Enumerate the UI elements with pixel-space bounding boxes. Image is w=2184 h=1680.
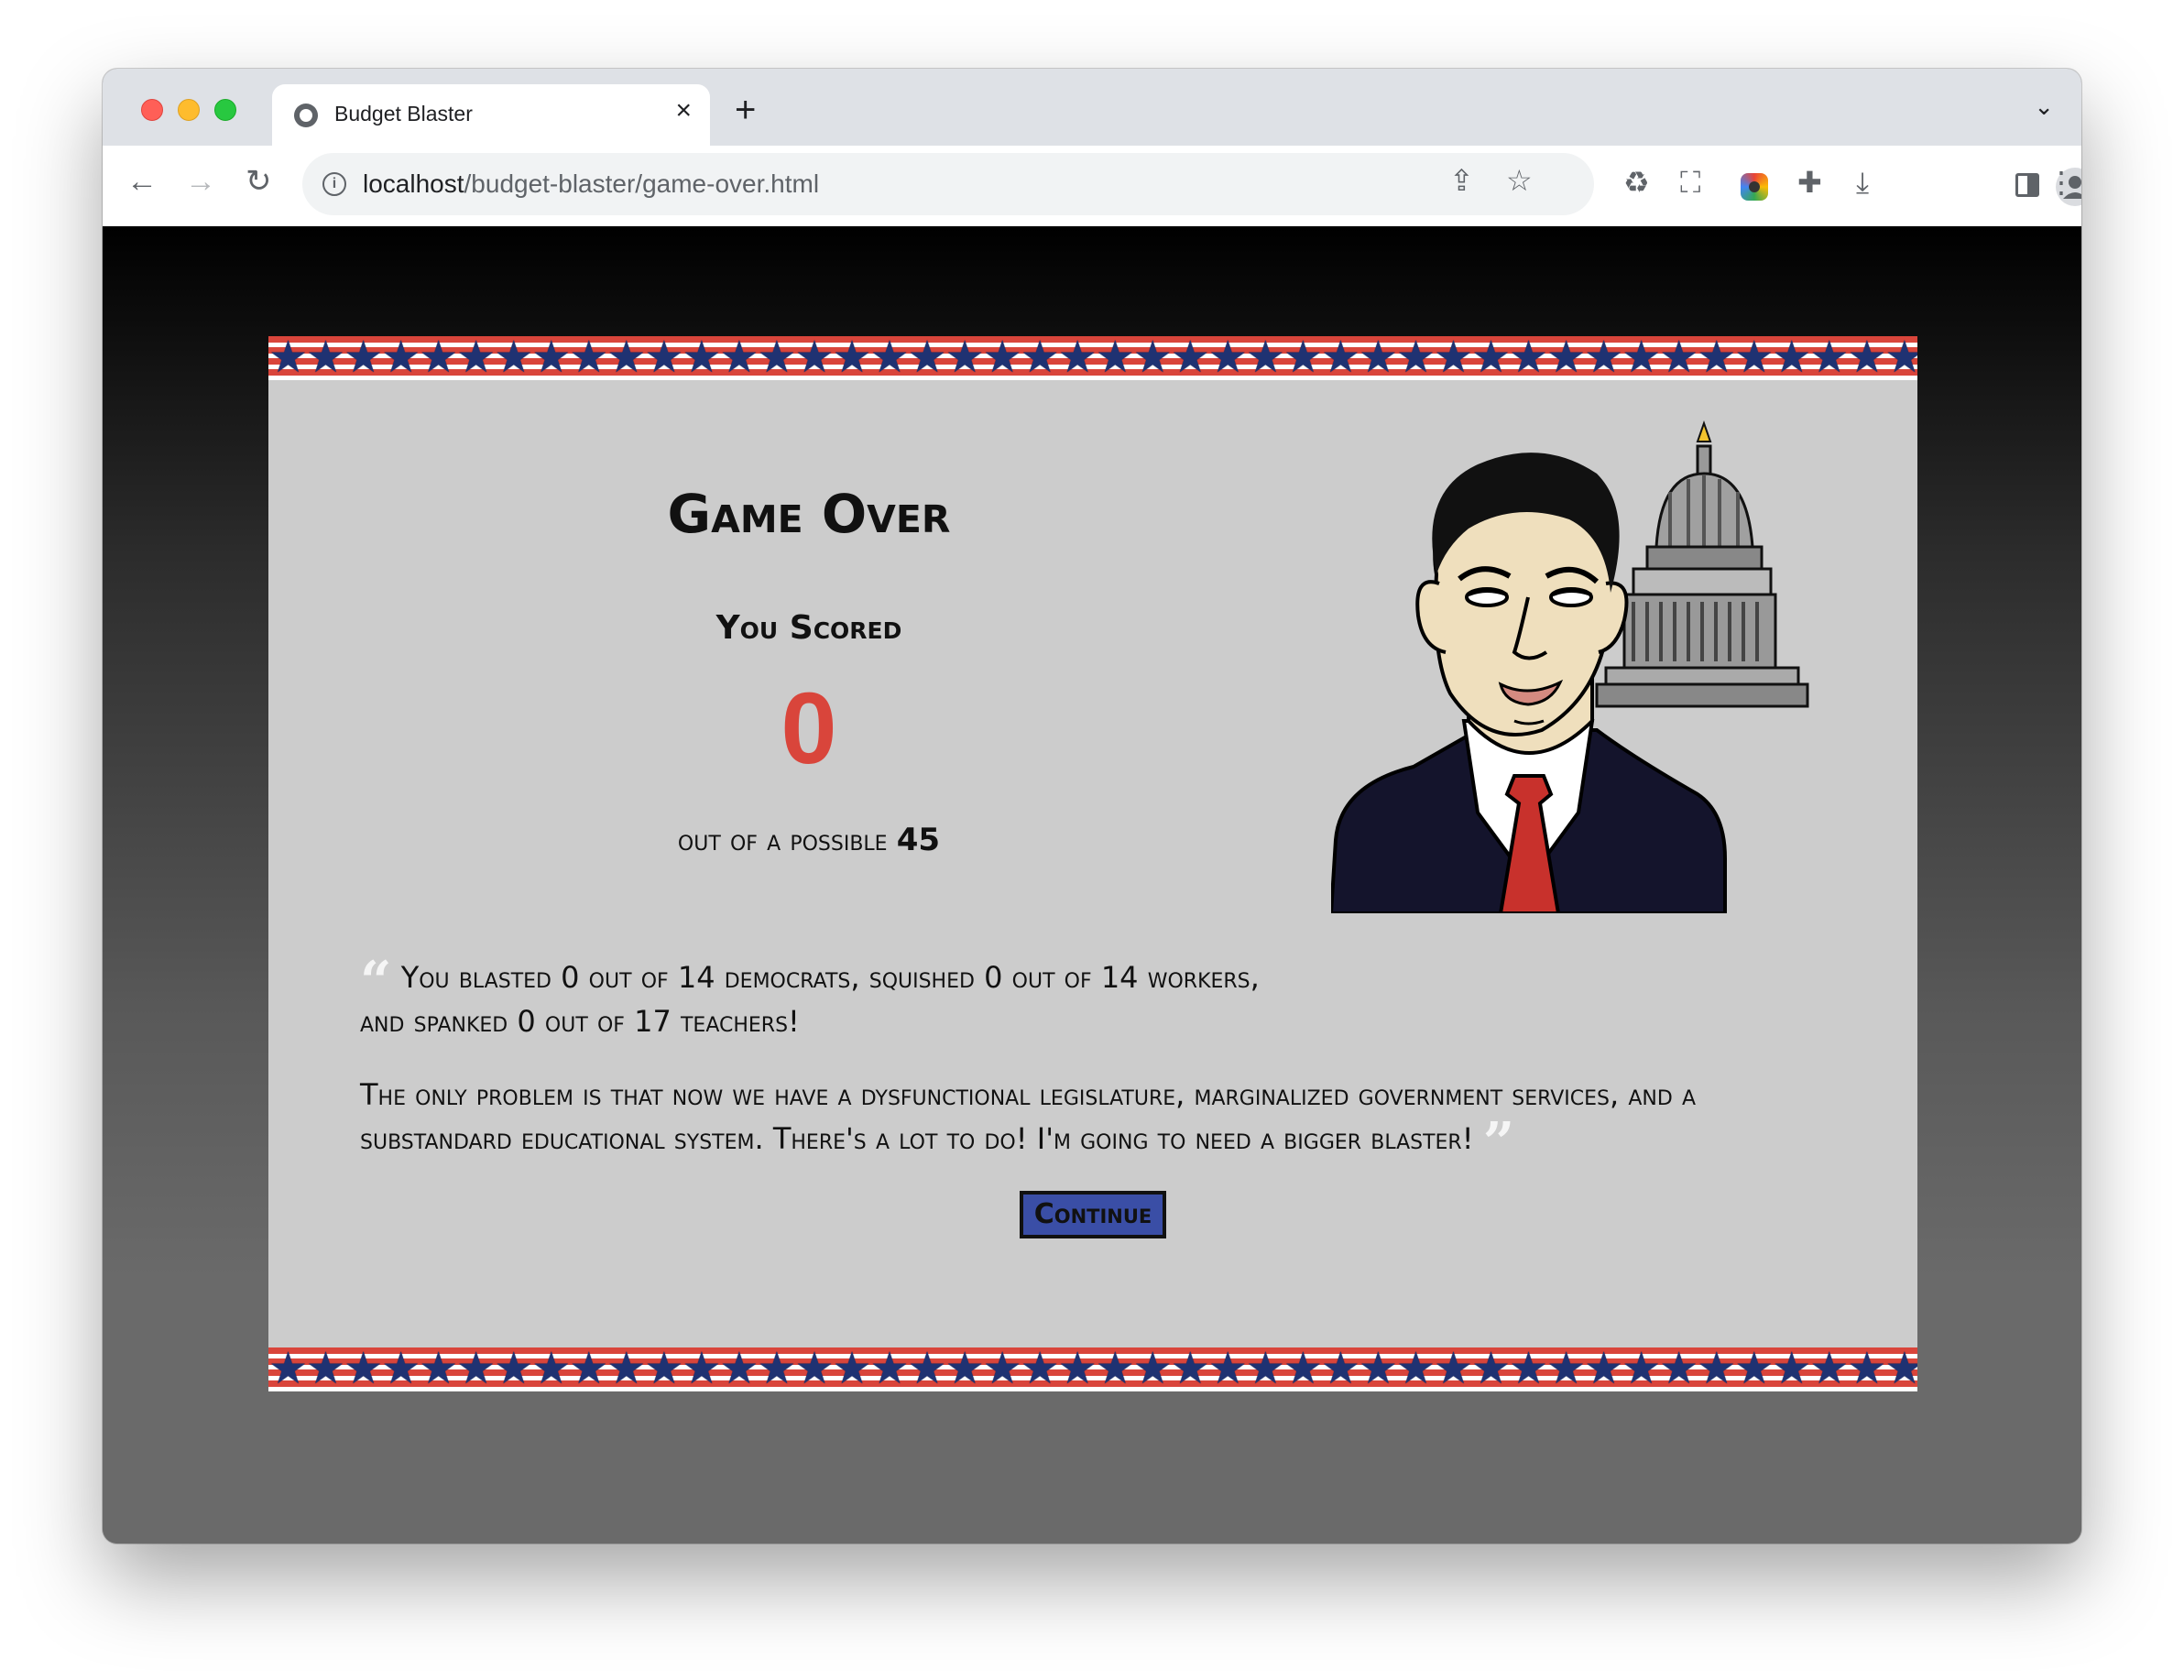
- possible-total: 45: [896, 822, 941, 858]
- game-over-panel: ★★★★★★★★★★★★★★★★★★★★★★★★★★★★★★★★★★★★★★★★…: [268, 336, 1917, 1391]
- favicon-icon: [294, 104, 318, 127]
- star-row-icon: ★★★★★★★★★★★★★★★★★★★★★★★★★★★★★★★★★★★★★★★★…: [268, 336, 1917, 382]
- url-host: localhost: [363, 169, 464, 198]
- browser-window: Budget Blaster × + ⌄ ← → ↻ i localhost/b…: [103, 69, 2081, 1544]
- tab-search-chevron-icon[interactable]: ⌄: [2034, 93, 2054, 121]
- result-quote-line1: “ You blasted 0 out of 14 democrats, squ…: [360, 955, 1276, 1043]
- possible-score: out of a possible 45: [534, 822, 1084, 858]
- download-icon[interactable]: ⤓: [1856, 168, 1869, 197]
- address-bar[interactable]: i localhost/budget-blaster/game-over.htm…: [302, 153, 1594, 215]
- capitol-dome-icon: [1595, 420, 1809, 708]
- page-viewport: ★★★★★★★★★★★★★★★★★★★★★★★★★★★★★★★★★★★★★★★★…: [103, 226, 2081, 1544]
- window-close-button[interactable]: [141, 99, 163, 121]
- politician-portrait: [1331, 420, 1809, 913]
- quote-line1-text: You blasted 0 out of 14 democrats, squis…: [360, 960, 1260, 1039]
- color-extension-icon[interactable]: [1741, 173, 1768, 201]
- tab-title: Budget Blaster: [334, 102, 473, 125]
- page-title: Game Over: [667, 483, 951, 545]
- menu-icon[interactable]: ⋮: [2047, 168, 2076, 197]
- share-icon[interactable]: ⇪: [1449, 166, 1474, 195]
- new-tab-icon[interactable]: +: [735, 92, 756, 128]
- result-quote-line2: The only problem is that now we have a d…: [360, 1073, 1844, 1171]
- close-quote-icon: ”: [1482, 1111, 1515, 1175]
- continue-button[interactable]: Continue: [1020, 1191, 1166, 1238]
- side-panel-icon[interactable]: [2015, 173, 2039, 197]
- score-value: 0: [781, 672, 837, 785]
- back-arrow-icon[interactable]: ←: [126, 166, 158, 197]
- screenshot-icon[interactable]: ⛶: [1680, 168, 1700, 197]
- tab-strip: Budget Blaster × + ⌄: [103, 69, 2081, 146]
- extension-icon[interactable]: ✚: [1797, 168, 1822, 197]
- tab-close-icon[interactable]: ×: [675, 97, 692, 125]
- reload-icon[interactable]: ↻: [246, 166, 272, 197]
- flag-banner-bottom: ★★★★★★★★★★★★★★★★★★★★★★★★★★★★★★★★★★★★★★★★…: [268, 1345, 1917, 1391]
- info-icon[interactable]: i: [322, 172, 346, 196]
- url-text[interactable]: localhost/budget-blaster/game-over.html: [363, 169, 819, 199]
- flag-banner-top: ★★★★★★★★★★★★★★★★★★★★★★★★★★★★★★★★★★★★★★★★…: [268, 336, 1917, 382]
- browser-tab[interactable]: Budget Blaster ×: [272, 84, 710, 146]
- possible-prefix: out of a possible: [677, 823, 888, 857]
- star-icon[interactable]: ☆: [1506, 166, 1533, 195]
- url-path: /budget-blaster/game-over.html: [464, 169, 820, 198]
- browser-toolbar: ← → ↻ i localhost/budget-blaster/game-ov…: [103, 146, 2081, 227]
- window-minimize-button[interactable]: [178, 99, 200, 121]
- window-maximize-button[interactable]: [214, 99, 236, 121]
- scored-label: You Scored: [715, 609, 902, 647]
- star-row-icon: ★★★★★★★★★★★★★★★★★★★★★★★★★★★★★★★★★★★★★★★★…: [268, 1345, 1917, 1391]
- forward-arrow-icon[interactable]: →: [185, 166, 216, 197]
- recycle-extension-icon[interactable]: ♻: [1623, 168, 1650, 197]
